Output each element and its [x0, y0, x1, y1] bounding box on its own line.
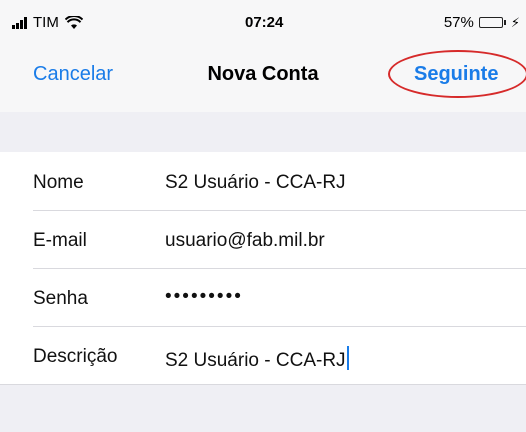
password-field[interactable]: •••••••••	[165, 286, 505, 308]
battery-percent: 57%	[443, 14, 474, 31]
form-row-password[interactable]: Senha •••••••••	[0, 268, 526, 326]
battery-tip	[503, 20, 506, 25]
email-field[interactable]: usuario@fab.mil.br	[165, 230, 505, 252]
password-label: Senha	[33, 288, 88, 309]
cancel-button[interactable]: Cancelar	[33, 63, 113, 86]
battery-icon	[478, 17, 503, 28]
form-row-name[interactable]: Nome S2 Usuário - CCA-RJ	[0, 152, 526, 210]
wifi-icon	[64, 15, 83, 29]
status-time: 07:24	[245, 14, 284, 31]
account-form: Nome S2 Usuário - CCA-RJ E-mail usuario@…	[0, 152, 526, 384]
email-label: E-mail	[33, 230, 87, 251]
next-button[interactable]: Seguinte	[414, 63, 498, 86]
name-field[interactable]: S2 Usuário - CCA-RJ	[165, 172, 505, 194]
status-left: TIM	[12, 14, 83, 31]
form-bottom-divider	[0, 384, 526, 385]
charging-icon: ⚡	[510, 14, 520, 30]
form-row-email[interactable]: E-mail usuario@fab.mil.br	[0, 210, 526, 268]
signal-icon	[12, 16, 27, 29]
description-label: Descrição	[33, 346, 118, 367]
form-row-description[interactable]: Descrição S2 Usuário - CCA-RJ	[0, 326, 526, 384]
status-bar: TIM 07:24 57% ⚡	[0, 0, 526, 44]
description-field[interactable]: S2 Usuário - CCA-RJ	[165, 346, 505, 372]
carrier-label: TIM	[33, 14, 59, 31]
name-label: Nome	[33, 172, 84, 193]
navigation-bar: Cancelar Nova Conta Seguinte	[0, 44, 526, 112]
text-cursor	[346, 346, 349, 370]
top-bar: TIM 07:24 57% ⚡ Cancelar Nova Conta Segu…	[0, 0, 526, 112]
description-value: S2 Usuário - CCA-RJ	[165, 350, 346, 371]
status-right: 57% ⚡	[444, 14, 520, 31]
